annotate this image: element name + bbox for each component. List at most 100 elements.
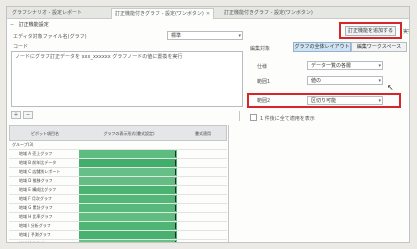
table-row[interactable]: 地域 K 集計グラフ [9, 240, 227, 242]
range1-label: 範囲1 [257, 79, 271, 85]
range2-label: 範囲2 [257, 98, 271, 104]
format-level-cell[interactable] [79, 168, 177, 176]
level-marker [175, 160, 176, 166]
level-marker [175, 178, 176, 184]
apply-cell[interactable] [177, 222, 227, 230]
format-level-cell[interactable] [79, 213, 177, 221]
tab-report[interactable]: グラフシナリオ - 設定レポート [9, 8, 85, 19]
field1-value: 標準 [171, 33, 182, 39]
level-marker [175, 241, 176, 242]
field1-select[interactable]: 標準 ▾ [167, 31, 243, 40]
format-level-cell[interactable] [79, 159, 177, 167]
field1-label: エディタ対象ファイル名(グラフ) [13, 34, 87, 40]
cursor-icon: ↖ [387, 83, 394, 92]
tab-settings-active[interactable]: 訂正機能付きグラフ - 設定(ワンボタン) ✕ [111, 8, 215, 19]
spec-label: 仕様 [257, 64, 268, 70]
level-marker [175, 169, 176, 175]
grid-col-format[interactable]: グラフの表示形式(書式設定) [80, 126, 178, 140]
group-label: グループ(3) [12, 142, 34, 147]
apply-cell[interactable] [177, 159, 227, 167]
segment-layout[interactable]: グラフの全体レイアウト [293, 42, 351, 52]
range1-select[interactable]: 値の ▾ [307, 76, 383, 85]
format-level-cell[interactable] [79, 231, 177, 239]
chevron-down-icon: ▾ [378, 63, 381, 69]
apply-cell[interactable] [177, 204, 227, 212]
spec-select[interactable]: データ一覧の各層 ▾ [307, 61, 383, 70]
range1-value: 値の [311, 78, 322, 84]
level-marker [175, 196, 176, 202]
level-marker [175, 205, 176, 211]
segment-workspace[interactable]: 編集ワークスペース [351, 42, 407, 52]
row-name: 地域 B 前年比データ [19, 160, 57, 165]
table-row[interactable]: 地域 C 店舗別レポート [9, 168, 227, 177]
table-row[interactable]: 地域 F 月次グラフ [9, 195, 227, 204]
plus-icon: ＋ [13, 112, 19, 118]
row-name: 地域 K 集計グラフ [19, 240, 79, 242]
row-name: 地域 I 分析グラフ [19, 223, 51, 228]
level-marker [175, 187, 176, 193]
section-header[interactable]: − 訂正機能設定 [10, 21, 49, 28]
row-name: 地域 D 推移グラフ [19, 178, 53, 183]
remove-button[interactable]: − [23, 111, 33, 119]
table-row[interactable]: 地域 A 売上グラフ [9, 150, 227, 159]
level-marker [175, 223, 176, 229]
apply-checkbox[interactable] [250, 114, 257, 121]
row-name: 地域 C 店舗別レポート [19, 169, 61, 174]
apply-cell[interactable] [177, 168, 227, 176]
table-row[interactable]: 地域 B 前年比データ [9, 159, 227, 168]
row-name: 地域 J 予測グラフ [19, 232, 51, 237]
code-text: ノードにグラフ訂正データを xxx_xxxxxx グラフノードの値に置換を実行 [15, 54, 183, 60]
level-marker [175, 214, 176, 220]
format-level-cell[interactable] [79, 222, 177, 230]
format-level-cell[interactable] [79, 177, 177, 185]
row-name: 地域 E 構成比グラフ [19, 187, 57, 192]
apply-checkbox-label: 1 件後に全て適用を表示 [260, 116, 315, 122]
range2-select[interactable]: 区切り可能 ▾ [307, 96, 383, 105]
format-level-cell[interactable] [79, 204, 177, 212]
format-level-cell[interactable] [79, 195, 177, 203]
group-row[interactable]: グループ(3) [9, 141, 227, 150]
table-row[interactable]: 地域 D 推移グラフ [9, 177, 227, 186]
minus-icon: − [25, 112, 31, 118]
collapse-icon[interactable]: − [10, 22, 14, 28]
chevron-down-icon: ▾ [378, 98, 381, 104]
tab-settings-secondary[interactable]: 訂正機能付きグラフ - 設定(ワンボタン) [221, 8, 316, 19]
table-row[interactable]: 地域 I 分析グラフ [9, 222, 227, 231]
chevron-down-icon: ▾ [238, 33, 241, 39]
chevron-down-icon: ▾ [378, 78, 381, 84]
apply-cell[interactable] [177, 213, 227, 221]
row-name: 地域 A 売上グラフ [19, 151, 53, 156]
format-level-cell[interactable] [79, 240, 177, 242]
tab-bar: グラフシナリオ - 設定レポート 訂正機能付きグラフ - 設定(ワンボタン) ✕ … [7, 7, 409, 19]
grid-body: グループ(3) 地域 A 売上グラフ 地域 B 前年比データ 地域 C 店舗別レポー… [9, 141, 227, 242]
table-row[interactable]: 地域 J 予測グラフ [9, 231, 227, 240]
apply-cell[interactable] [177, 195, 227, 203]
grid-header: ピボット項目名 グラフの表示形式(書式設定) 書式適用 [9, 125, 227, 141]
apply-cell[interactable] [177, 231, 227, 239]
row-name: 地域 H 比率グラフ [19, 214, 53, 219]
code-textarea[interactable]: ノードにグラフ訂正データを xxx_xxxxxx グラフノードの値に置換を実行 [11, 51, 243, 107]
row-name: 地域 G 累計グラフ [19, 205, 53, 210]
close-icon[interactable]: ✕ [206, 11, 210, 17]
vertical-scrollbar-thumb[interactable] [239, 111, 240, 121]
tab-label: 訂正機能付きグラフ - 設定(ワンボタン) [115, 11, 204, 17]
apply-cell[interactable] [177, 186, 227, 194]
grid-col-apply[interactable]: 書式適用 [178, 126, 228, 140]
apply-cell[interactable] [177, 177, 227, 185]
run-label: 実行 [403, 29, 409, 35]
format-level-cell[interactable] [79, 150, 177, 158]
row-name: 地域 F 月次グラフ [19, 196, 52, 201]
apply-cell[interactable] [177, 240, 227, 242]
tab-label: 訂正機能付きグラフ - 設定(ワンボタン) [224, 10, 313, 16]
add-button[interactable]: ＋ [11, 111, 21, 119]
table-row[interactable]: 地域 G 累計グラフ [9, 204, 227, 213]
table-row[interactable]: 地域 H 比率グラフ [9, 213, 227, 222]
segment-layout-label: グラフの全体レイアウト [294, 44, 350, 50]
grid-col-name[interactable]: ピボット項目名 [10, 126, 80, 140]
apply-cell[interactable] [177, 150, 227, 158]
highlight-box-top [339, 22, 402, 39]
segment-workspace-label: 編集ワークスペース [356, 44, 402, 50]
format-level-cell[interactable] [79, 186, 177, 194]
table-row[interactable]: 地域 E 構成比グラフ [9, 186, 227, 195]
code-label: コード [13, 44, 29, 50]
